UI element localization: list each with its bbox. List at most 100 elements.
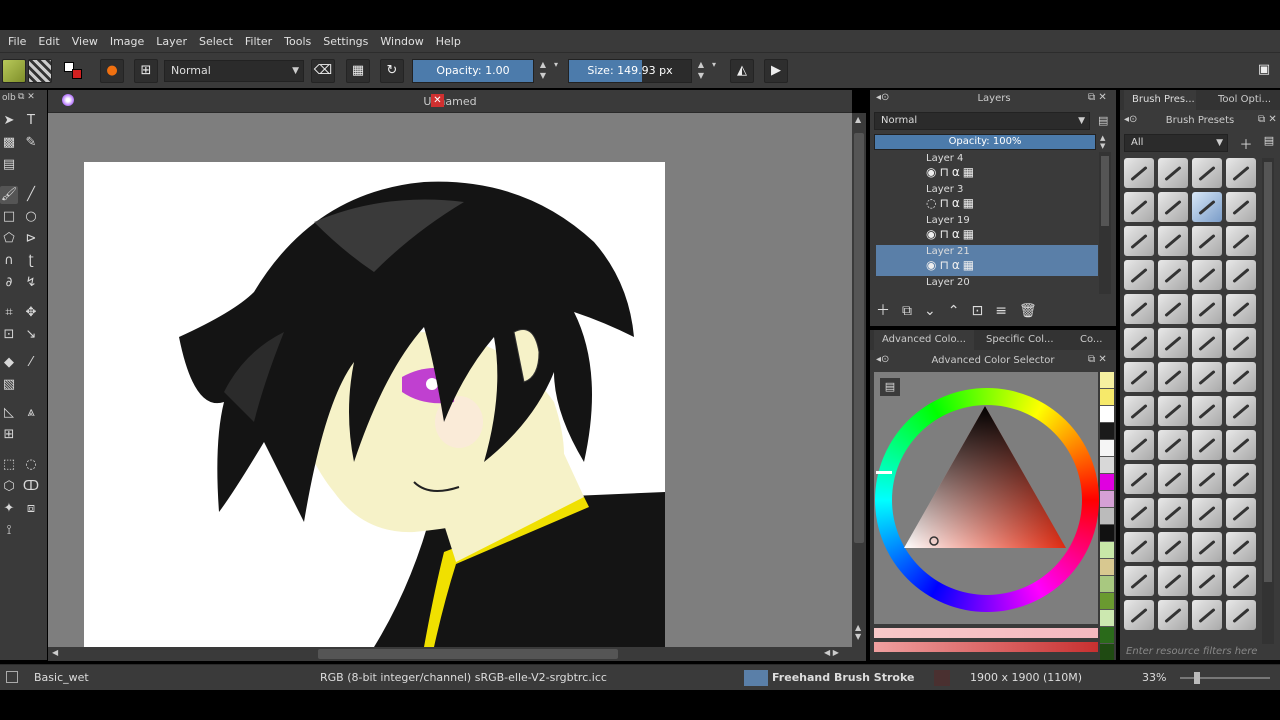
line-tool-icon[interactable]: ╱ xyxy=(22,186,40,204)
brush-preset-item[interactable] xyxy=(1192,566,1222,596)
color-swatch[interactable] xyxy=(1100,457,1114,473)
brush-preset-item[interactable] xyxy=(1158,294,1188,324)
rect-select-icon[interactable]: ⬚ xyxy=(0,456,18,474)
brush-preset-item[interactable] xyxy=(1226,532,1256,562)
brush-preset-item[interactable] xyxy=(1226,328,1256,358)
ellipse-select-icon[interactable]: ◌ xyxy=(22,456,40,474)
menu-window[interactable]: Window xyxy=(374,35,429,48)
eraser-mode-icon[interactable]: ⌫ xyxy=(311,59,335,83)
brush-preset-item[interactable] xyxy=(1158,532,1188,562)
polygon-select-icon[interactable]: ⬡ xyxy=(0,478,18,496)
properties-icon[interactable]: ≡ xyxy=(995,303,1019,319)
calligraphy-icon[interactable]: ▩ xyxy=(0,134,18,152)
duplicate-layer-icon[interactable]: ⧉ xyxy=(902,303,924,319)
brush-preset-item[interactable] xyxy=(1124,464,1154,494)
brush-options-icon[interactable]: ⊞ xyxy=(134,59,158,83)
similar-select-icon[interactable]: ⧈ xyxy=(22,500,40,518)
grid-tool-icon[interactable]: ⊞ xyxy=(0,426,18,444)
brush-preset-item[interactable] xyxy=(1124,192,1154,222)
gradient-icon[interactable]: ● xyxy=(100,59,124,83)
select-shapes-icon[interactable]: ➤ xyxy=(0,112,18,130)
polyline-tool-icon[interactable]: ⊳ xyxy=(22,230,40,248)
pattern-icon[interactable] xyxy=(28,59,52,83)
color-pattern-strip[interactable] xyxy=(874,642,1098,652)
brush-preset-item[interactable] xyxy=(1124,430,1154,460)
brush-preset-item[interactable] xyxy=(1226,430,1256,460)
text-tool-icon[interactable]: T xyxy=(22,112,40,130)
brush-preset-item[interactable] xyxy=(1226,566,1256,596)
color-swatch[interactable] xyxy=(1100,389,1114,405)
brush-preset-item[interactable] xyxy=(1158,158,1188,188)
brush-preset-item[interactable] xyxy=(1158,328,1188,358)
color-history-strip[interactable] xyxy=(874,628,1098,638)
layer-opacity-slider[interactable]: Opacity: 100% xyxy=(874,134,1096,150)
blend-mode-select[interactable]: Normal ▼ xyxy=(164,60,304,82)
layer-blend-mode-select[interactable]: Normal ▼ xyxy=(874,112,1090,130)
tab-brush-presets[interactable]: Brush Pres... xyxy=(1124,90,1196,110)
menu-tools[interactable]: Tools xyxy=(278,35,317,48)
brush-preset-item[interactable] xyxy=(1226,158,1256,188)
brush-preset-icon[interactable] xyxy=(2,59,26,83)
brush-preset-item[interactable] xyxy=(1192,600,1222,630)
layer-properties-icon[interactable]: ▤ xyxy=(1098,114,1108,127)
color-swatch[interactable] xyxy=(1100,440,1114,456)
edit-shapes-icon[interactable]: ▤ xyxy=(0,156,18,174)
opacity-slider[interactable]: Opacity: 1.00 xyxy=(412,59,534,83)
add-tag-icon[interactable]: ＋ xyxy=(1236,134,1256,153)
transform-tool-icon[interactable]: ⊡ xyxy=(0,326,18,344)
resource-filter-input[interactable]: Enter resource filters here xyxy=(1124,644,1276,660)
pen-icon[interactable]: ✎ xyxy=(22,134,40,152)
brush-preset-item[interactable] xyxy=(1226,600,1256,630)
brush-preset-item[interactable] xyxy=(1226,260,1256,290)
brush-tag-select[interactable]: All ▼ xyxy=(1124,134,1228,152)
brush-preset-item[interactable] xyxy=(1124,532,1154,562)
ellipse-tool-icon[interactable]: ○ xyxy=(22,208,40,226)
color-swatch[interactable] xyxy=(1100,372,1114,388)
reload-preset-icon[interactable]: ↻ xyxy=(380,59,404,83)
layer-list-scrollbar[interactable] xyxy=(1099,152,1111,294)
brush-preset-item[interactable] xyxy=(1158,226,1188,256)
brush-preset-item[interactable] xyxy=(1124,260,1154,290)
drawing-canvas[interactable] xyxy=(84,162,665,647)
bezier-tool-icon[interactable]: ∩ xyxy=(0,252,18,270)
tab-tool-options[interactable]: Tool Opti... xyxy=(1218,90,1271,110)
canvas-vertical-scrollbar[interactable]: ▲ ▲ ▼ xyxy=(852,113,866,647)
brush-preset-item[interactable] xyxy=(1124,362,1154,392)
color-picker-icon[interactable]: ⁄ xyxy=(22,354,40,372)
menu-help[interactable]: Help xyxy=(430,35,467,48)
alpha-lock-icon[interactable]: ▦ xyxy=(346,59,370,83)
color-swatch[interactable] xyxy=(1100,406,1114,422)
brush-preset-item[interactable] xyxy=(1124,566,1154,596)
brush-preset-item[interactable] xyxy=(1192,396,1222,426)
brush-preset-item[interactable] xyxy=(1158,464,1188,494)
freehand-path-icon[interactable]: ʈ xyxy=(22,252,40,270)
brush-preset-item[interactable] xyxy=(1124,328,1154,358)
layer-item[interactable]: Layer 20 xyxy=(876,276,1098,294)
brush-preset-item[interactable] xyxy=(1124,396,1154,426)
brush-preset-item[interactable] xyxy=(1124,226,1154,256)
menu-file[interactable]: File xyxy=(2,35,32,48)
size-slider[interactable]: Size: 149.93 px xyxy=(568,59,692,83)
color-swatch[interactable] xyxy=(1100,525,1114,541)
color-swatch[interactable] xyxy=(1100,593,1114,609)
layer-item[interactable]: Layer 4 ◉⊓α▦ xyxy=(876,152,1098,183)
color-swatch[interactable] xyxy=(1100,610,1114,626)
mirror-horizontal-icon[interactable]: ◭ xyxy=(730,59,754,83)
brush-preset-item[interactable] xyxy=(1192,362,1222,392)
layer-item-selected[interactable]: Layer 21 ◉⊓α▦ xyxy=(876,245,1098,276)
brush-preset-item[interactable] xyxy=(1192,260,1222,290)
bezier-select-icon[interactable]: ⟟ xyxy=(0,522,18,540)
color-swatch[interactable] xyxy=(1100,491,1114,507)
brush-preset-item[interactable] xyxy=(1226,294,1256,324)
brush-preset-item[interactable] xyxy=(1192,532,1222,562)
color-swatch[interactable] xyxy=(1100,627,1114,643)
multibrush-icon[interactable]: ↯ xyxy=(22,274,40,292)
polygon-tool-icon[interactable]: ⬠ xyxy=(0,230,18,248)
brush-preset-item[interactable] xyxy=(1158,430,1188,460)
brush-view-icon[interactable]: ▤ xyxy=(1260,134,1278,152)
brush-preset-item[interactable] xyxy=(1158,600,1188,630)
color-swatch[interactable] xyxy=(1100,423,1114,439)
brush-preset-item[interactable] xyxy=(1192,294,1222,324)
menu-edit[interactable]: Edit xyxy=(32,35,65,48)
merge-icon[interactable]: ⊡ xyxy=(971,303,995,319)
